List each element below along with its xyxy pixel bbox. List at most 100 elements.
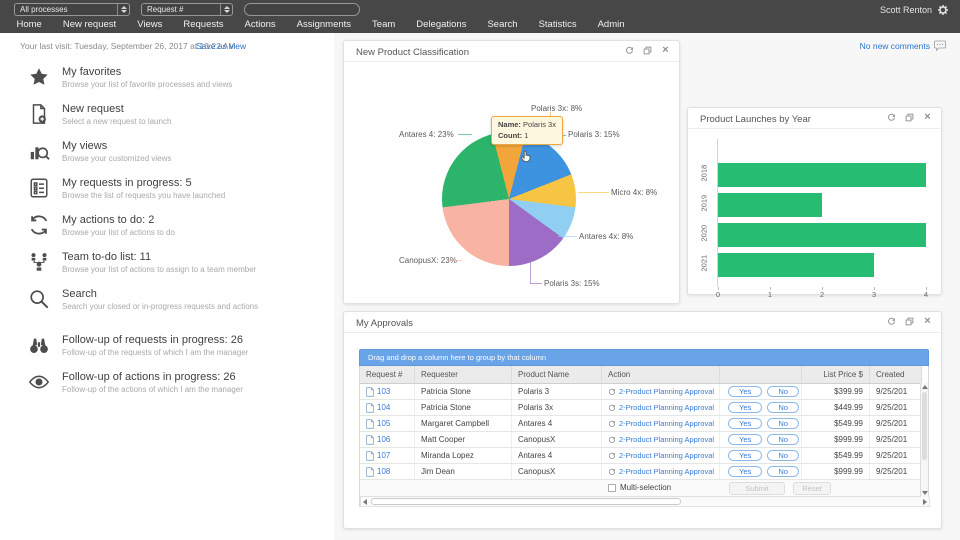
nav-assignments[interactable]: Assignments <box>286 19 361 30</box>
no-button[interactable]: No <box>767 466 799 477</box>
column-header-requester[interactable]: Requester <box>415 366 512 383</box>
table-row[interactable]: 104Patricia StonePolaris 3x2-Product Pla… <box>360 400 922 416</box>
bar-2018[interactable] <box>718 163 926 187</box>
column-header-request-[interactable]: Request # <box>360 366 415 383</box>
yes-button[interactable]: Yes <box>728 402 762 413</box>
table-row[interactable]: 105Margaret CampbellAntares 42-Product P… <box>360 416 922 432</box>
yes-button[interactable]: Yes <box>728 434 762 445</box>
action-link[interactable]: 2-Product Planning Approval <box>619 384 714 399</box>
nav-home[interactable]: Home <box>6 19 52 30</box>
column-header-action[interactable]: Action <box>602 366 720 383</box>
pie-slice-label: Polaris 3s: 15% <box>544 279 600 288</box>
group-by-drop-zone[interactable]: Drag and drop a column here to group by … <box>359 349 929 366</box>
sidebar-item-new-document[interactable]: New requestSelect a new request to launc… <box>28 103 328 127</box>
vertical-scroll-thumb[interactable] <box>922 392 927 460</box>
yes-button[interactable]: Yes <box>728 386 762 397</box>
bar-2021[interactable] <box>718 253 874 277</box>
submit-button[interactable]: Submit <box>729 482 785 495</box>
horizontal-scroll-thumb[interactable] <box>371 498 681 505</box>
nav-admin[interactable]: Admin <box>587 19 635 30</box>
table-row[interactable]: 106Matt CooperCanopusX2-Product Planning… <box>360 432 922 448</box>
no-button[interactable]: No <box>767 418 799 429</box>
request-link[interactable]: 108 <box>377 464 390 479</box>
no-button[interactable]: No <box>767 386 799 397</box>
action-cell: 2-Product Planning Approval <box>602 464 720 479</box>
created-cell: 9/25/201 <box>870 464 922 479</box>
no-button[interactable]: No <box>767 434 799 445</box>
request-link[interactable]: 104 <box>377 400 390 415</box>
action-link[interactable]: 2-Product Planning Approval <box>619 400 714 415</box>
comments-link[interactable]: No new comments <box>860 40 946 51</box>
reset-button[interactable]: Reset <box>793 482 831 495</box>
nav-statistics[interactable]: Statistics <box>528 19 587 30</box>
popout-icon[interactable] <box>905 317 914 326</box>
sidebar-item-star[interactable]: My favoritesBrowse your list of favorite… <box>28 66 328 90</box>
close-icon[interactable]: × <box>923 113 932 122</box>
bar-2020[interactable] <box>718 223 926 247</box>
search-field-value: Request # <box>147 5 183 14</box>
request-number-input[interactable] <box>244 3 360 16</box>
refresh-icon[interactable] <box>625 46 634 55</box>
sidebar-item-eye[interactable]: Follow-up of actions in progress: 26Foll… <box>28 371 328 395</box>
column-header-list-price-[interactable]: List Price $ <box>802 366 870 383</box>
sidebar-item-chart-magnifier[interactable]: My viewsBrowse your customized views <box>28 140 328 164</box>
yes-button[interactable]: Yes <box>728 450 762 461</box>
request-link[interactable]: 105 <box>377 416 390 431</box>
request-link[interactable]: 103 <box>377 384 390 399</box>
sidebar-item-magnifier[interactable]: SearchSearch your closed or in-progress … <box>28 288 328 312</box>
nav-views[interactable]: Views <box>127 19 173 30</box>
scroll-right-arrow[interactable] <box>923 499 927 505</box>
table-row[interactable]: 107Miranda LopezAntares 42-Product Plann… <box>360 448 922 464</box>
scroll-down-arrow[interactable] <box>922 491 928 495</box>
search-field-select[interactable]: Request # <box>141 3 233 16</box>
yes-button[interactable]: Yes <box>728 418 762 429</box>
nav-search[interactable]: Search <box>477 19 528 30</box>
action-link[interactable]: 2-Product Planning Approval <box>619 464 714 479</box>
popout-icon[interactable] <box>643 46 652 55</box>
requester-cell: Margaret Campbell <box>415 416 512 431</box>
column-header-created[interactable]: Created <box>870 366 922 383</box>
nav-requests[interactable]: Requests <box>173 19 234 30</box>
pie-callout-line <box>578 192 609 193</box>
table-row[interactable]: 108Jim DeanCanopusX2-Product Planning Ap… <box>360 464 922 480</box>
action-link[interactable]: 2-Product Planning Approval <box>619 448 714 463</box>
close-icon[interactable]: × <box>661 46 670 55</box>
request-link[interactable]: 106 <box>377 432 390 447</box>
nav-actions[interactable]: Actions <box>234 19 286 30</box>
sidebar-item-team[interactable]: Team to-do list: 11Browse your list of a… <box>28 251 328 275</box>
table-header-row: Request #RequesterProduct NameAction List… <box>360 366 922 384</box>
gear-icon[interactable] <box>937 4 949 16</box>
pie-callout-line <box>458 134 472 135</box>
product-cell: Antares 4 <box>512 448 602 463</box>
no-button[interactable]: No <box>767 402 799 413</box>
request-link[interactable]: 107 <box>377 448 390 463</box>
process-filter-select[interactable]: All processes <box>14 3 130 16</box>
nav-team[interactable]: Team <box>362 19 406 30</box>
table-row[interactable]: 103Patricia StonePolaris 32-Product Plan… <box>360 384 922 400</box>
column-header-decision[interactable] <box>720 366 802 383</box>
yes-button[interactable]: Yes <box>728 466 762 477</box>
nav-new-request[interactable]: New request <box>52 19 126 30</box>
column-header-product-name[interactable]: Product Name <box>512 366 602 383</box>
sidebar-item-checklist[interactable]: My requests in progress: 5Browse the lis… <box>28 177 328 201</box>
refresh-icon[interactable] <box>887 113 896 122</box>
multi-selection-checkbox[interactable] <box>608 484 616 492</box>
scroll-left-arrow[interactable] <box>363 499 367 505</box>
action-cell: 2-Product Planning Approval <box>602 384 720 399</box>
bar-2019[interactable] <box>718 193 822 217</box>
pie-chart[interactable] <box>442 132 576 266</box>
scroll-up-arrow[interactable] <box>922 385 928 389</box>
action-link[interactable]: 2-Product Planning Approval <box>619 416 714 431</box>
comments-label: No new comments <box>860 41 930 51</box>
nav-delegations[interactable]: Delegations <box>406 19 477 30</box>
no-button[interactable]: No <box>767 450 799 461</box>
sidebar-item-refresh[interactable]: My actions to do: 2Browse your list of a… <box>28 214 328 238</box>
popout-icon[interactable] <box>905 113 914 122</box>
sidebar-item-binoculars[interactable]: Follow-up of requests in progress: 26Fol… <box>28 334 328 358</box>
close-icon[interactable]: × <box>923 317 932 326</box>
sidebar-item-subtitle: Browse your list of actions to assign to… <box>62 264 256 275</box>
refresh-icon[interactable] <box>887 317 896 326</box>
save-as-view-link[interactable]: Save as view <box>196 41 246 51</box>
action-link[interactable]: 2-Product Planning Approval <box>619 432 714 447</box>
bar-chart-panel: Product Launches by Year × 2018201920202… <box>687 107 942 295</box>
